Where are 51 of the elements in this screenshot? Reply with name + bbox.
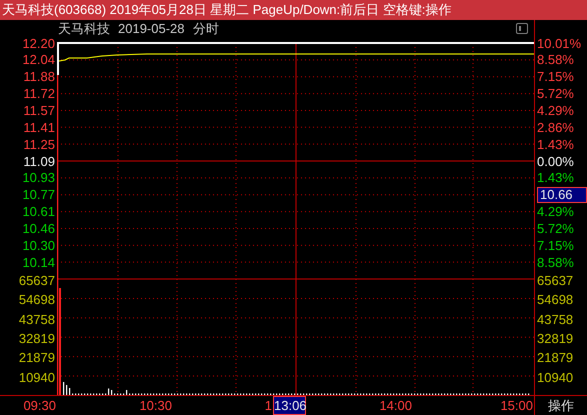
time-label: 15:00 xyxy=(500,398,533,414)
axis-label: 10.46 xyxy=(22,220,55,236)
time-label: 14:00 xyxy=(379,398,412,414)
chart-mode: 分时 xyxy=(193,21,219,37)
axis-label: 54698 xyxy=(537,292,574,308)
axis-label: 32819 xyxy=(537,330,574,346)
axis-label: 11.25 xyxy=(23,136,55,152)
axis-label: 43758 xyxy=(537,312,574,327)
axis-label: 32819 xyxy=(18,330,55,346)
axis-label: 7.15% xyxy=(537,238,574,253)
axis-label: 1.43% xyxy=(537,170,574,186)
time-label: 09:30 xyxy=(23,398,56,414)
axis-label: 4.29% xyxy=(537,204,574,220)
axis-label: 11.88 xyxy=(23,69,55,84)
axis-label: 21879 xyxy=(18,350,55,366)
window-title: 天马科技(603668) 2019年05月28日 星期二 PageUp/Down:前后日 空格键:操作 xyxy=(2,2,452,18)
axis-label: 5.72% xyxy=(537,220,574,236)
axis-label: 65637 xyxy=(18,272,55,288)
axis-label: 12.20 xyxy=(22,36,55,51)
axis-label: 4.29% xyxy=(537,102,574,118)
axis-label: 11.41 xyxy=(23,120,55,135)
axis-label: 7.15% xyxy=(537,69,574,84)
time-label: 1 xyxy=(264,398,272,414)
axis-label: 10.93 xyxy=(22,170,55,186)
axis-label: 65637 xyxy=(537,272,574,288)
axis-label: 21879 xyxy=(537,350,574,366)
axis-label: 5.72% xyxy=(537,86,574,102)
axis-label: 11.72 xyxy=(23,86,55,102)
axis-label: 10940 xyxy=(537,370,574,385)
axis-label: 10.30 xyxy=(22,238,55,253)
cursor-price-label: 10.66 xyxy=(537,186,587,203)
axis-label: 10.61 xyxy=(22,204,55,220)
axis-label: 1.43% xyxy=(537,136,574,152)
axis-label: 8.58% xyxy=(537,52,574,68)
axis-label: 43758 xyxy=(18,312,55,327)
axis-label: 11.09 xyxy=(23,154,55,169)
stock-name: 天马科技 xyxy=(58,21,110,37)
axis-label: 0.00% xyxy=(537,154,574,169)
axis-label: 10.01% xyxy=(537,36,582,51)
panel-icon[interactable] xyxy=(516,23,528,34)
axis-label: 2.86% xyxy=(537,120,574,135)
axis-label: 12.04 xyxy=(22,52,55,68)
action-button[interactable]: 操作 xyxy=(548,398,574,414)
chart-date: 2019-05-28 xyxy=(118,21,184,37)
axis-label: 10.14 xyxy=(22,254,55,270)
axis-label: 8.58% xyxy=(537,254,574,270)
axis-label: 54698 xyxy=(18,292,55,308)
axis-label: 11.57 xyxy=(23,102,55,118)
time-label: 10:30 xyxy=(139,398,172,414)
axis-label: 10940 xyxy=(18,370,55,385)
axis-label: 10.77 xyxy=(22,187,55,202)
